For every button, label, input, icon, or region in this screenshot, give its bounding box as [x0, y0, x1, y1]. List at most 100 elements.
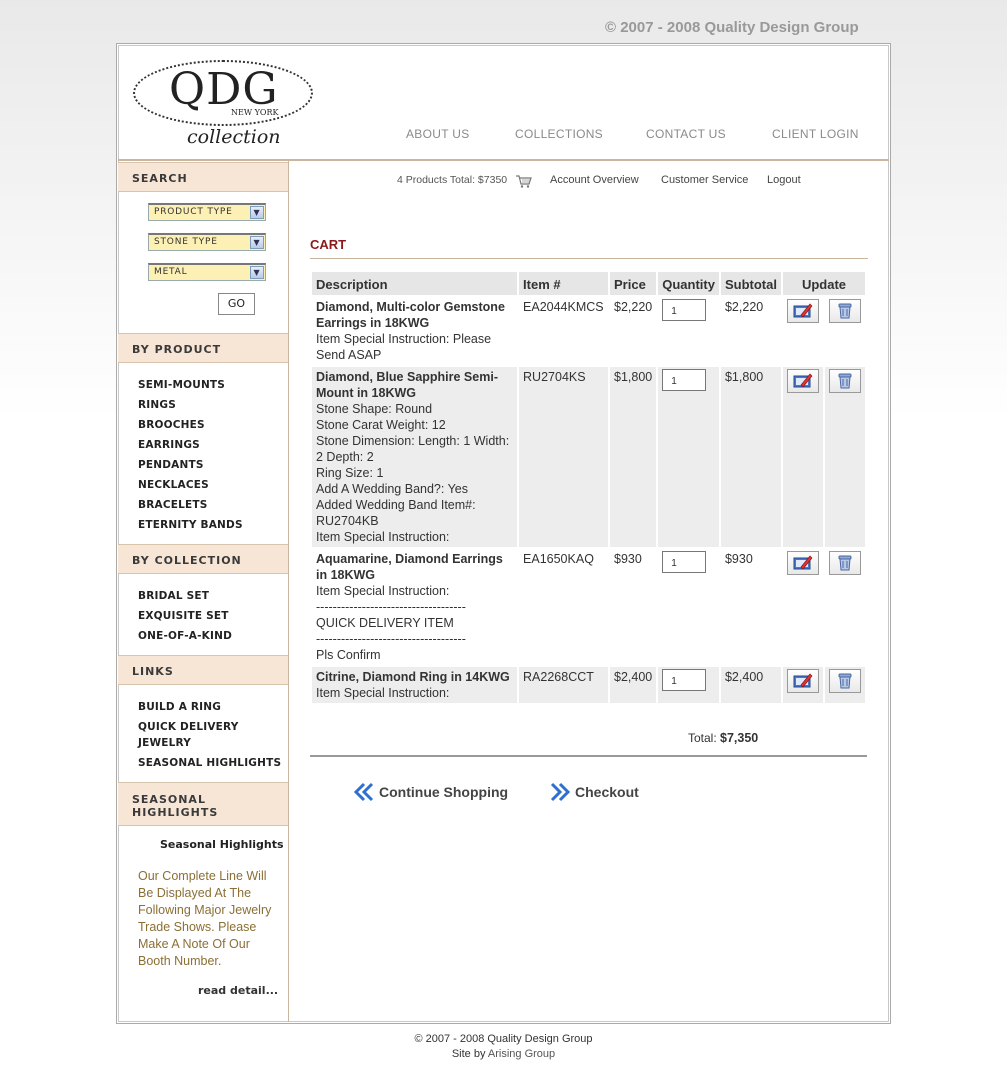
product-detail: Pls Confirm: [316, 648, 381, 662]
cell-quantity: 1: [658, 667, 719, 703]
continue-shopping-button[interactable]: Continue Shopping: [353, 782, 508, 802]
table-row: Diamond, Blue Sapphire Semi-Mount in 18K…: [312, 367, 865, 547]
cell-price: $930: [614, 552, 642, 566]
logout-link[interactable]: Logout: [767, 174, 801, 186]
chevron-down-icon[interactable]: ▼: [250, 266, 264, 279]
go-button[interactable]: GO: [218, 293, 255, 315]
sidebar-item-bridal-set[interactable]: BRIDAL SET: [138, 588, 209, 604]
quantity-input[interactable]: 1: [662, 669, 707, 691]
double-chevron-left-icon: [353, 782, 374, 802]
cell-delete: [824, 667, 865, 703]
products-total: 4 Products Total: $7350: [397, 174, 508, 186]
cell-update: [783, 297, 823, 365]
update-button[interactable]: [786, 551, 819, 575]
product-type-select[interactable]: PRODUCT TYPE ▼: [148, 203, 266, 221]
account-overview-link[interactable]: Account Overview: [550, 174, 639, 186]
checkout-button[interactable]: Checkout: [549, 782, 639, 802]
links-heading: LINKS: [118, 655, 288, 685]
total-label: Total:: [688, 731, 717, 745]
delete-button[interactable]: [828, 299, 861, 323]
cart-title-divider: [310, 258, 868, 259]
edit-icon: [793, 373, 813, 388]
cell-delete: [825, 549, 865, 665]
cell-quantity: 1: [658, 549, 719, 665]
cart-bottom-divider: [310, 755, 867, 757]
sidebar-item-necklaces[interactable]: NECKLACES: [138, 477, 209, 493]
sidebar: SEARCH PRODUCT TYPE ▼ STONE TYPE ▼ METAL…: [118, 161, 289, 1022]
sidebar-item-pendants[interactable]: PENDANTS: [138, 457, 204, 473]
col-item: Item #: [519, 272, 609, 295]
quantity-input[interactable]: 1: [662, 551, 707, 573]
sidebar-item-eternity-bands[interactable]: ETERNITY BANDS: [138, 517, 243, 533]
quantity-input[interactable]: 1: [662, 299, 707, 321]
continue-shopping-label: Continue Shopping: [379, 784, 509, 800]
footer-credit-prefix: Site by: [451, 1048, 486, 1060]
col-description: Description: [312, 272, 518, 295]
product-detail: QUICK DELIVERY ITEM: [316, 616, 454, 630]
product-name[interactable]: Citrine, Diamond Ring in 14KWG: [316, 669, 513, 685]
read-detail-link[interactable]: read detail...: [198, 984, 278, 997]
cell-price: $1,800: [610, 367, 657, 547]
customer-service-link[interactable]: Customer Service: [661, 174, 748, 186]
delete-button[interactable]: [828, 551, 861, 575]
cell-delete: [825, 297, 865, 365]
seasonal-title: Seasonal Highlights: [160, 838, 284, 851]
cell-price: $2,400: [610, 667, 657, 703]
cell-item: EA1650KAQ: [523, 552, 594, 566]
product-detail: ------------------------------------: [316, 600, 466, 614]
trash-icon: [838, 555, 852, 571]
chevron-down-icon[interactable]: ▼: [250, 206, 264, 219]
cell-subtotal: $930: [724, 552, 753, 566]
cart-title: CART: [310, 237, 347, 252]
double-chevron-right-icon: [550, 782, 571, 802]
qdg-logo[interactable]: QDG NEW YORK collection: [133, 58, 317, 150]
sidebar-item-bracelets[interactable]: BRACELETS: [138, 497, 207, 513]
sidebar-item-exquisite-set[interactable]: EXQUISITE SET: [138, 608, 229, 624]
sidebar-item-one-of-a-kind[interactable]: ONE-OF-A-KIND: [138, 628, 232, 644]
checkout-label: Checkout: [575, 784, 639, 800]
cell-subtotal: $2,400: [720, 667, 781, 703]
update-button[interactable]: [786, 669, 819, 693]
nav-client-login[interactable]: CLIENT LOGIN: [772, 127, 859, 141]
cell-update: [782, 367, 823, 547]
delete-button[interactable]: [828, 369, 861, 393]
nav-about-us[interactable]: ABOUT US: [406, 127, 470, 141]
cell-item: RA2268CCT: [519, 667, 609, 703]
trash-icon: [838, 673, 852, 689]
col-quantity: Quantity: [658, 272, 719, 295]
update-button[interactable]: [786, 299, 819, 323]
trash-icon: [838, 303, 852, 319]
col-update: Update: [782, 272, 865, 295]
sidebar-item-brooches[interactable]: BROOCHES: [138, 417, 205, 433]
sidebar-item-semi-mounts[interactable]: SEMI-MOUNTS: [138, 377, 225, 393]
sidebar-item-rings[interactable]: RINGS: [138, 397, 176, 413]
metal-value: METAL: [154, 267, 188, 277]
nav-collections[interactable]: COLLECTIONS: [515, 127, 603, 141]
product-name[interactable]: Diamond, Multi-color Gemstone Earrings i…: [316, 299, 513, 331]
cell-description: Aquamarine, Diamond Earrings in 18KWG It…: [312, 549, 517, 665]
col-subtotal: Subtotal: [720, 272, 781, 295]
cell-quantity: 1: [658, 297, 719, 365]
update-button[interactable]: [786, 369, 819, 393]
metal-select[interactable]: METAL ▼: [148, 263, 266, 281]
chevron-down-icon[interactable]: ▼: [250, 236, 264, 249]
sidebar-item-build-a-ring[interactable]: BUILD A RING: [138, 699, 221, 715]
cart-table: Description Item # Price Quantity Subtot…: [310, 270, 867, 705]
product-name[interactable]: Diamond, Blue Sapphire Semi-Mount in 18K…: [316, 369, 513, 401]
arising-group-link[interactable]: Arising Group: [488, 1048, 555, 1060]
col-price: Price: [610, 272, 657, 295]
sidebar-item-earrings[interactable]: EARRINGS: [138, 437, 200, 453]
cell-description: Citrine, Diamond Ring in 14KWG Item Spec…: [312, 667, 518, 703]
cart-icon[interactable]: [516, 175, 532, 188]
nav-contact-us[interactable]: CONTACT US: [646, 127, 726, 141]
stone-type-select[interactable]: STONE TYPE ▼: [148, 233, 266, 251]
product-detail: Add A Wedding Band?: Yes: [316, 482, 468, 496]
delete-button[interactable]: [828, 669, 861, 693]
sidebar-item-quick-delivery[interactable]: QUICK DELIVERY JEWELRY: [138, 719, 248, 751]
footer-credit: Site by Arising Group: [0, 1047, 1007, 1062]
sidebar-item-seasonal-highlights[interactable]: SEASONAL HIGHLIGHTS: [138, 755, 281, 771]
quantity-input[interactable]: 1: [662, 369, 707, 391]
trash-icon: [838, 373, 852, 389]
search-heading: SEARCH: [118, 162, 288, 192]
product-name[interactable]: Aquamarine, Diamond Earrings in 18KWG: [316, 551, 513, 583]
